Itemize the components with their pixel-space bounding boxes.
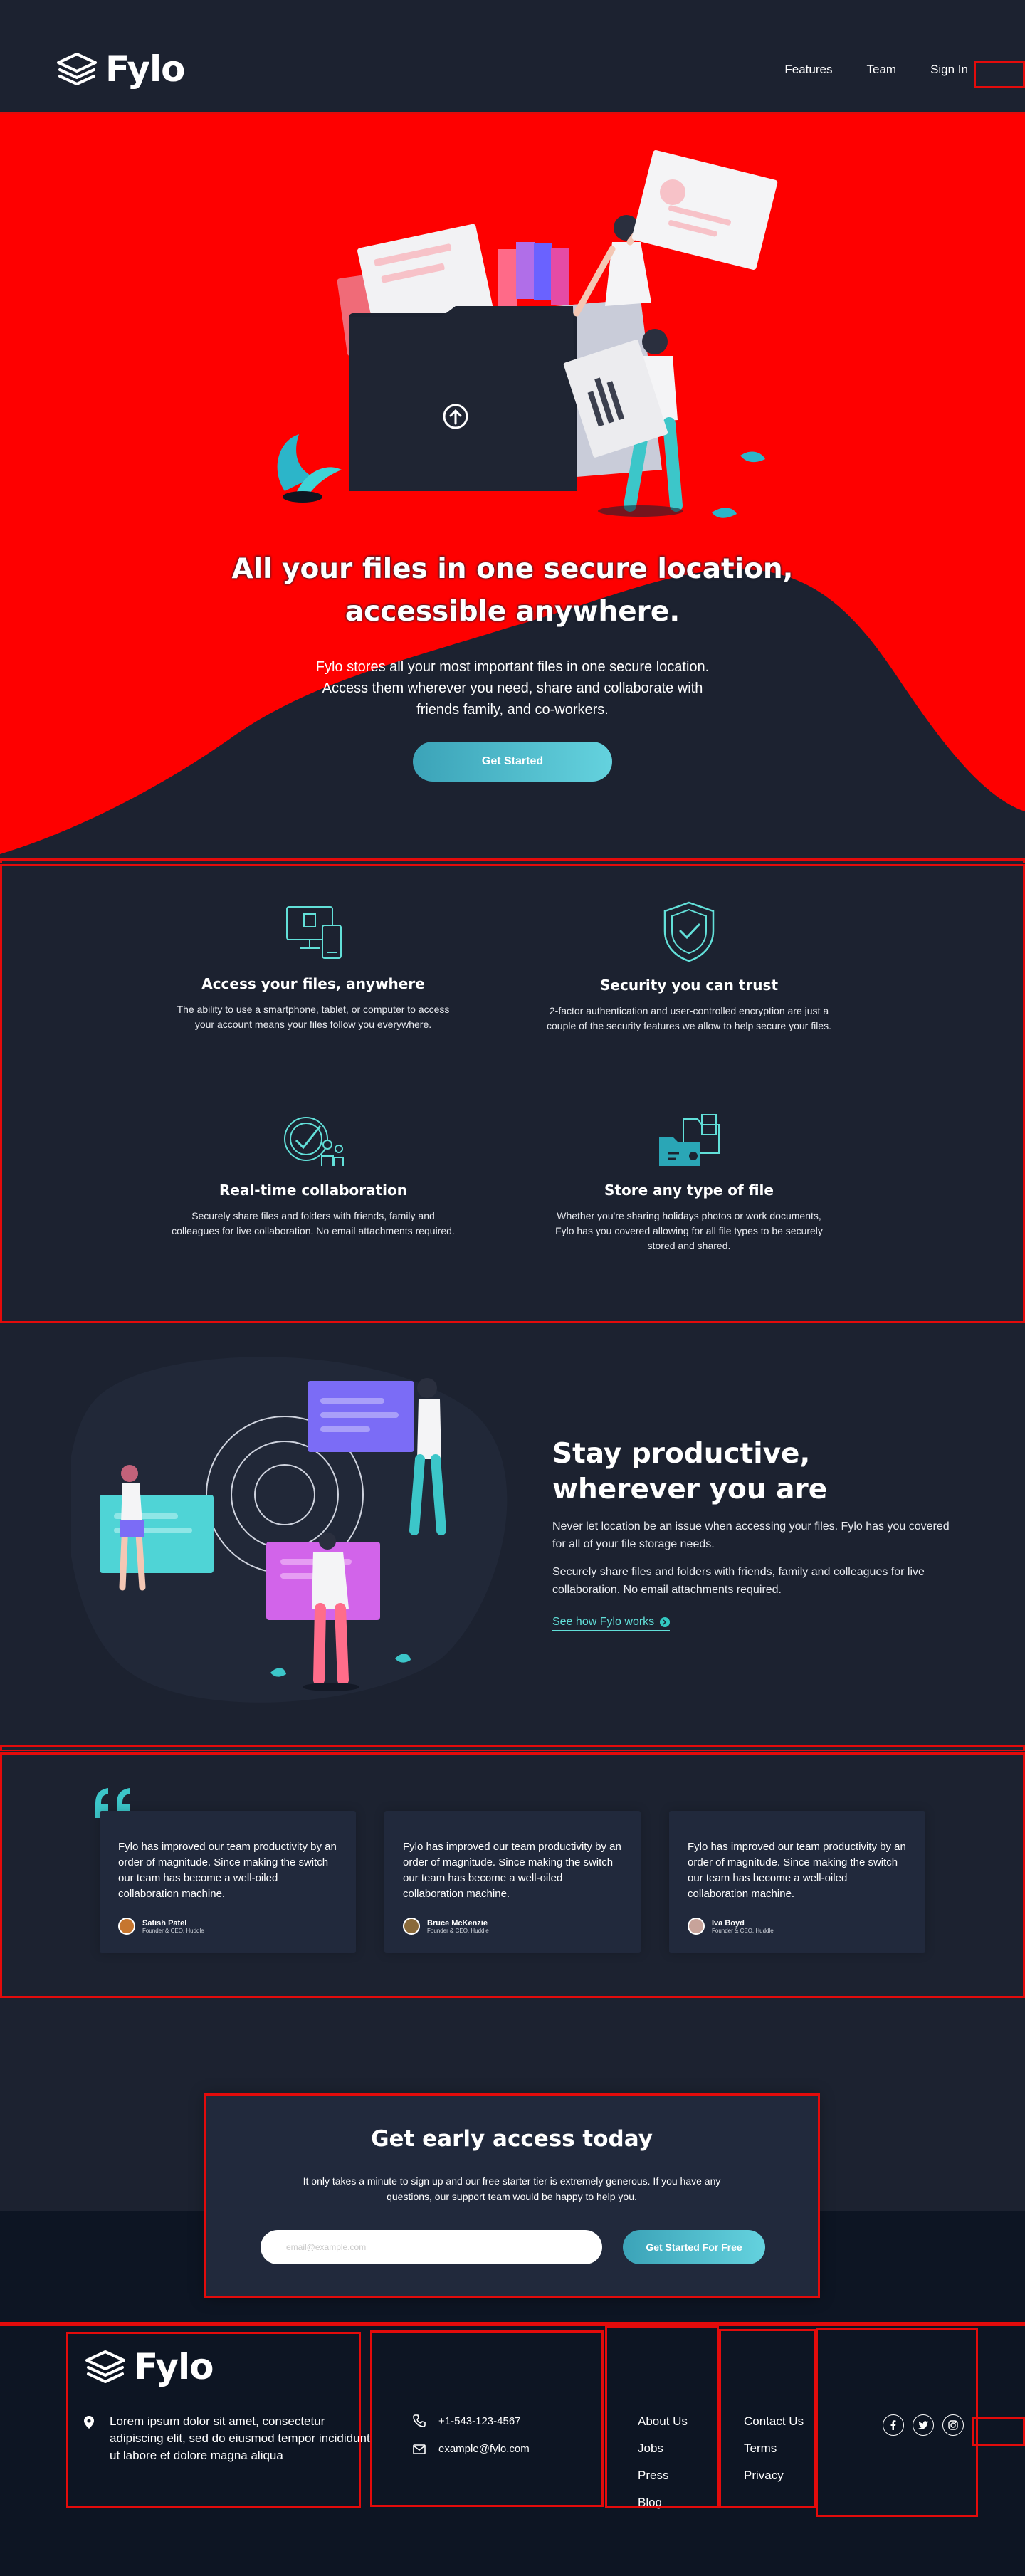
feature-file-storage: Store any type of file Whether you're sh… [547,1112,831,1253]
footer: Fylo Lorem ipsum dolor sit amet, consect… [0,2325,1025,2576]
logo-text: Fylo [105,48,186,90]
productive-section: Stay productive, wherever you are Never … [0,1324,1025,1751]
footer-links-column-1: About Us Jobs Press Blog [638,2414,688,2510]
testimonials-section: Fylo has improved our team productivity … [0,1751,1025,2000]
email-text: example@fylo.com [438,2443,530,2455]
email-icon [413,2444,426,2454]
avatar [688,1918,705,1935]
feature-description: Whether you're sharing holidays photos o… [555,1210,823,1251]
see-how-fylo-works-link[interactable]: See how Fylo works [552,1616,671,1631]
social-links [883,2414,964,2436]
nav-link-features[interactable]: Features [784,63,832,77]
hero-title-line1: All your files in one secure location, [231,553,794,585]
phone-row: +1-543-123-4567 [413,2414,521,2427]
email-row: example@fylo.com [413,2443,530,2455]
collaboration-icon [284,1117,344,1166]
feature-access-anywhere: Access your files, anywhere The ability … [171,904,456,1032]
testimonial-person: Satish Patel Founder & CEO, Huddle [118,1918,204,1935]
person-role: Founder & CEO, Huddle [712,1927,774,1934]
productive-paragraph-1: Never let location be an issue when acce… [552,1520,950,1550]
get-started-for-free-button[interactable]: Get Started For Free [623,2230,765,2264]
nav-links: Features Team Sign In [784,63,968,77]
testimonial-card: Fylo has improved our team productivity … [100,1811,356,1953]
logo[interactable]: Fylo [56,48,186,90]
file-storage-icon [659,1114,720,1166]
footer-logo[interactable]: Fylo [84,2346,214,2387]
layers-logo-icon [57,53,97,85]
testimonial-quote: Fylo has improved our team productivity … [403,1841,621,1900]
early-access-card: Get early access today It only takes a m… [205,2095,819,2298]
arrow-circle-icon [660,1617,671,1627]
footer-link-terms[interactable]: Terms [744,2441,804,2456]
location-pin-icon [84,2416,94,2429]
person-name: Iva Boyd [712,1918,745,1928]
footer-link-about-us[interactable]: About Us [638,2414,688,2429]
hero-section: All your files in one secure location, a… [0,114,1025,863]
email-input[interactable] [261,2230,602,2264]
productive-paragraph-2: Securely share files and folders with fr… [552,1566,925,1596]
early-access-title: Get early access today [371,2126,653,2152]
footer-link-privacy[interactable]: Privacy [744,2469,804,2483]
testimonial-quote: Fylo has improved our team productivity … [688,1841,906,1900]
facebook-icon[interactable] [883,2414,904,2436]
layers-logo-icon [85,2350,125,2383]
feature-description: Securely share files and folders with fr… [172,1210,455,1236]
person-name: Satish Patel [142,1918,187,1928]
phone-icon [413,2414,426,2427]
productive-title-line1: Stay productive, [552,1438,811,1470]
testimonial-quote: Fylo has improved our team productivity … [118,1841,337,1900]
feature-title: Real-time collaboration [219,1182,407,1199]
footer-link-jobs[interactable]: Jobs [638,2441,688,2456]
footer-link-press[interactable]: Press [638,2469,688,2483]
feature-title: Access your files, anywhere [201,975,425,992]
feature-security: Security you can trust 2-factor authenti… [547,900,831,1034]
hero-title: All your files in one secure location, a… [0,548,1025,634]
instagram-icon[interactable] [942,2414,964,2436]
twitter-icon[interactable] [913,2414,934,2436]
productive-illustration [71,1357,508,1703]
top-navigation: Fylo Features Team Sign In [0,0,1025,114]
security-shield-icon [663,901,715,962]
see-how-link-label: See how Fylo works [552,1616,655,1628]
early-access-text: It only takes a minute to sign up and ou… [303,2175,721,2202]
footer-logo-text: Fylo [134,2346,214,2387]
feature-title: Security you can trust [600,977,778,994]
feature-collaboration: Real-time collaboration Securely share f… [171,1112,456,1239]
person-role: Founder & CEO, Huddle [142,1927,204,1934]
phone-text: +1-543-123-4567 [438,2414,521,2427]
testimonial-card: Fylo has improved our team productivity … [384,1811,641,1953]
footer-link-contact-us[interactable]: Contact Us [744,2414,804,2429]
person-role: Founder & CEO, Huddle [427,1927,489,1934]
testimonial-person: Iva Boyd Founder & CEO, Huddle [688,1918,774,1935]
testimonial-person: Bruce McKenzie Founder & CEO, Huddle [403,1918,489,1935]
footer-address: Lorem ipsum dolor sit amet, consectetur … [84,2413,380,2464]
footer-links-column-2: Contact Us Terms Privacy [744,2414,804,2483]
get-started-button[interactable]: Get Started [413,742,612,782]
features-section: Access your files, anywhere The ability … [0,863,1025,1324]
productive-title-line2: wherever you are [552,1473,828,1505]
testimonial-card: Fylo has improved our team productivity … [669,1811,925,1953]
avatar [403,1918,420,1935]
footer-link-blog[interactable]: Blog [638,2496,688,2510]
productive-title: Stay productive, wherever you are [552,1436,979,1508]
address-text: Lorem ipsum dolor sit amet, consectetur … [110,2414,370,2462]
feature-title: Store any type of file [604,1182,774,1199]
avatar [118,1918,135,1935]
access-anywhere-icon [286,906,342,959]
nav-link-sign-in[interactable]: Sign In [930,63,968,77]
hero-illustration [277,150,778,518]
person-name: Bruce McKenzie [427,1918,488,1928]
hero-title-line2: accessible anywhere. [345,596,680,628]
feature-description: 2-factor authentication and user-control… [547,1005,831,1031]
nav-link-team[interactable]: Team [866,63,896,77]
feature-description: The ability to use a smartphone, tablet,… [177,1004,450,1030]
hero-text: Fylo stores all your most important file… [315,659,710,717]
